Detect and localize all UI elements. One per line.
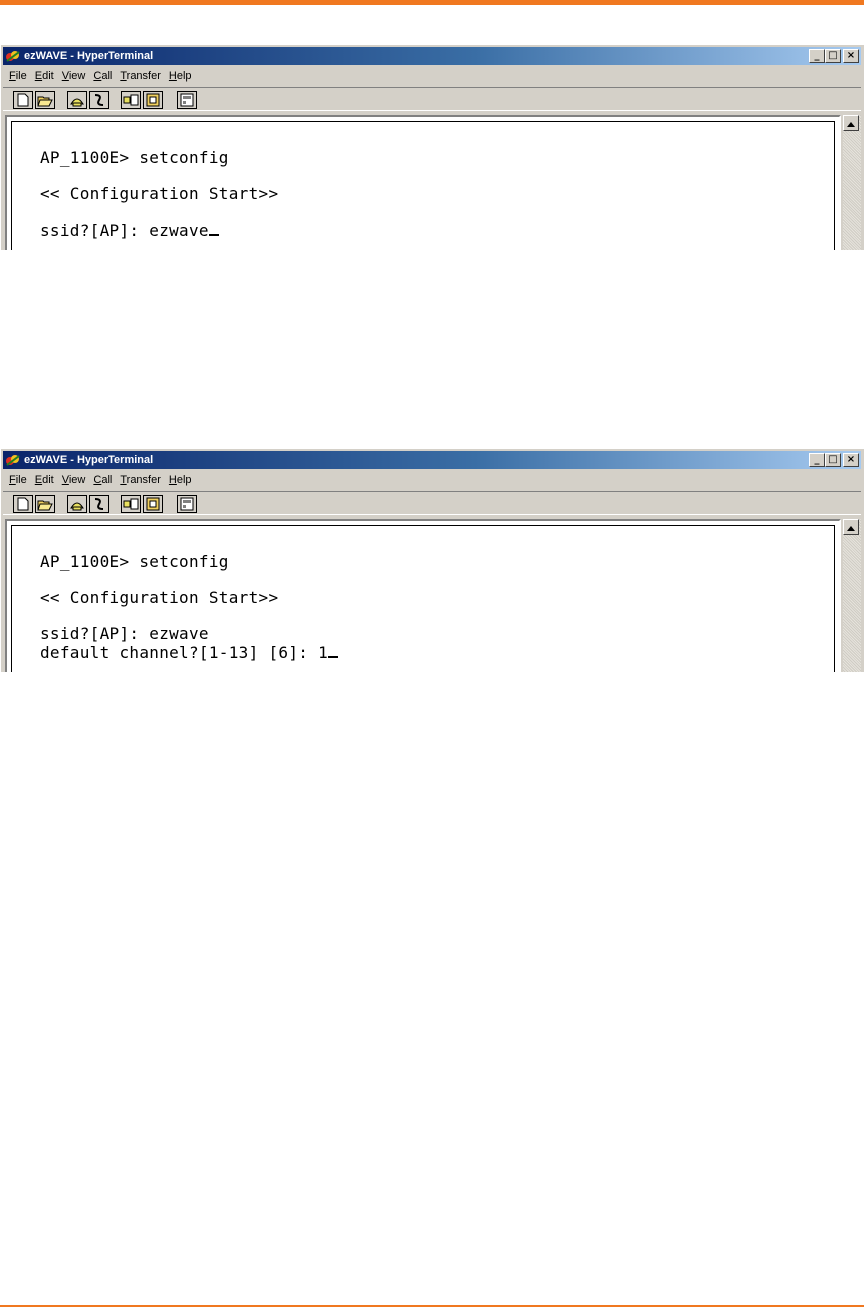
vertical-scrollbar[interactable] <box>843 519 861 672</box>
open-button[interactable] <box>35 495 55 513</box>
arrow-up-icon <box>847 518 855 536</box>
menu-call[interactable]: Call <box>89 474 116 486</box>
send-icon <box>123 94 139 106</box>
call-button[interactable] <box>67 495 87 513</box>
new-button[interactable] <box>13 495 33 513</box>
menu-transfer[interactable]: Transfer <box>116 70 165 82</box>
window-title: ezWAVE - HyperTerminal <box>24 50 154 62</box>
toolbar <box>3 491 861 515</box>
menu-edit[interactable]: Edit <box>31 474 58 486</box>
properties-icon <box>180 93 194 107</box>
menu-view[interactable]: View <box>58 474 90 486</box>
toolbar-group-file <box>13 495 55 515</box>
scroll-up-button[interactable] <box>843 115 859 131</box>
properties-button[interactable] <box>177 91 197 109</box>
disconnect-icon <box>92 497 106 511</box>
top-accent-rule <box>0 0 864 5</box>
minimize-button[interactable]: _ <box>809 453 825 467</box>
call-icon <box>69 94 85 107</box>
terminal-line: ssid?[AP]: ezwave <box>40 220 219 240</box>
new-icon <box>17 497 29 511</box>
bottom-accent-rule <box>0 1305 864 1307</box>
window-title: ezWAVE - HyperTerminal <box>24 454 154 466</box>
menu-transfer[interactable]: Transfer <box>116 474 165 486</box>
terminal-area[interactable]: AP_1100E> setconfig << Configuration Sta… <box>5 115 841 250</box>
scroll-up-button[interactable] <box>843 519 859 535</box>
text-cursor <box>208 220 219 236</box>
arrow-up-icon <box>847 114 855 132</box>
receive-icon <box>145 497 161 511</box>
menu-file[interactable]: File <box>5 474 31 486</box>
toolbar-group-call <box>67 495 109 515</box>
terminal-line: default channel?[1-13] [6]: 1 <box>40 642 339 662</box>
terminal-line: AP_1100E> setconfig <box>40 552 229 571</box>
menu-view[interactable]: View <box>58 70 90 82</box>
hyperterminal-app-icon[interactable] <box>5 453 21 467</box>
minimize-button[interactable]: _ <box>809 49 825 63</box>
disconnect-icon <box>92 93 106 107</box>
toolbar-group-properties <box>177 495 197 515</box>
vertical-scrollbar[interactable] <box>843 115 861 250</box>
call-icon <box>69 498 85 511</box>
title-bar[interactable]: ezWAVE - HyperTerminal _ □ × <box>3 47 861 65</box>
terminal-line: << Configuration Start>> <box>40 588 279 607</box>
toolbar-group-call <box>67 91 109 111</box>
maximize-button[interactable]: □ <box>825 453 841 467</box>
maximize-button[interactable]: □ <box>825 49 841 63</box>
toolbar-group-properties <box>177 91 197 111</box>
disconnect-button[interactable] <box>89 495 109 513</box>
new-icon <box>17 93 29 107</box>
title-bar[interactable]: ezWAVE - HyperTerminal _ □ × <box>3 451 861 469</box>
menu-help[interactable]: Help <box>165 70 196 82</box>
open-icon <box>37 498 53 511</box>
terminal-screen[interactable]: AP_1100E> setconfig << Configuration Sta… <box>11 525 835 672</box>
new-button[interactable] <box>13 91 33 109</box>
menu-bar: File Edit View Call Transfer Help <box>5 67 196 85</box>
hyperterminal-window-2: ezWAVE - HyperTerminal _ □ × File Edit V… <box>0 448 864 672</box>
text-cursor <box>328 642 339 658</box>
receive-button[interactable] <box>143 91 163 109</box>
caption-buttons: _ □ × <box>809 453 859 467</box>
send-button[interactable] <box>121 91 141 109</box>
menu-help[interactable]: Help <box>165 474 196 486</box>
send-icon <box>123 498 139 510</box>
hyperterminal-window-1: ezWAVE - HyperTerminal _ □ × File Edit V… <box>0 44 864 250</box>
call-button[interactable] <box>67 91 87 109</box>
menu-bar: File Edit View Call Transfer Help <box>5 471 196 489</box>
caption-buttons: _ □ × <box>809 49 859 63</box>
terminal-line: << Configuration Start>> <box>40 184 279 203</box>
properties-button[interactable] <box>177 495 197 513</box>
terminal-area[interactable]: AP_1100E> setconfig << Configuration Sta… <box>5 519 841 672</box>
menu-edit[interactable]: Edit <box>31 70 58 82</box>
receive-icon <box>145 93 161 107</box>
toolbar-group-file <box>13 91 55 111</box>
properties-icon <box>180 497 194 511</box>
open-button[interactable] <box>35 91 55 109</box>
menu-call[interactable]: Call <box>89 70 116 82</box>
disconnect-button[interactable] <box>89 91 109 109</box>
terminal-screen[interactable]: AP_1100E> setconfig << Configuration Sta… <box>11 121 835 250</box>
toolbar <box>3 87 861 111</box>
terminal-line: ssid?[AP]: ezwave <box>40 624 209 643</box>
hyperterminal-app-icon[interactable] <box>5 49 21 63</box>
open-icon <box>37 94 53 107</box>
close-button[interactable]: × <box>843 49 859 63</box>
send-button[interactable] <box>121 495 141 513</box>
close-button[interactable]: × <box>843 453 859 467</box>
toolbar-group-transfer <box>121 495 163 515</box>
terminal-line: AP_1100E> setconfig <box>40 148 229 167</box>
receive-button[interactable] <box>143 495 163 513</box>
toolbar-group-transfer <box>121 91 163 111</box>
menu-file[interactable]: File <box>5 70 31 82</box>
